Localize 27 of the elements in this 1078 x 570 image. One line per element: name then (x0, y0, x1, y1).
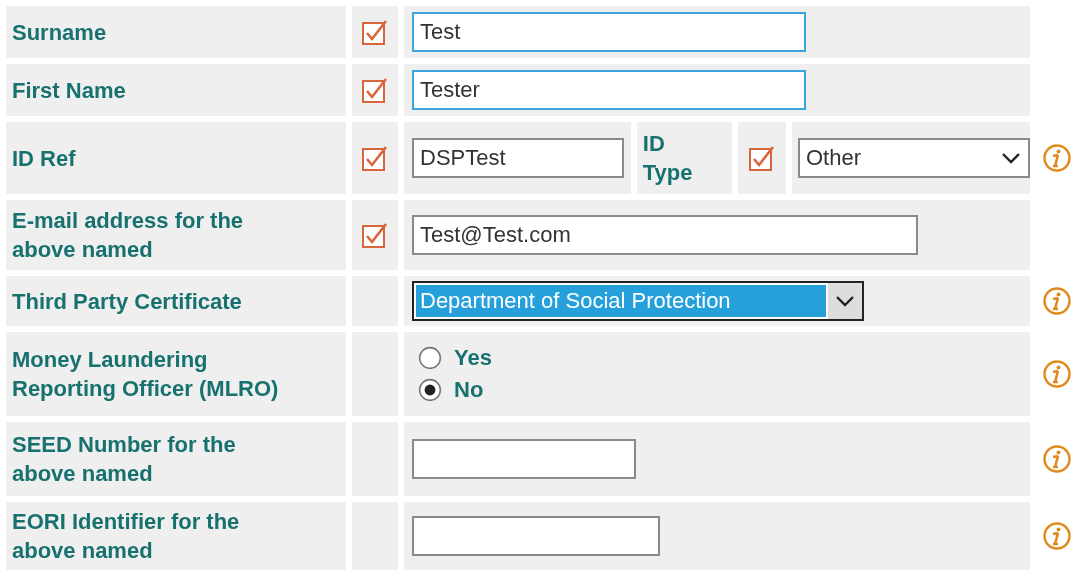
input-field[interactable]: DSPTest (412, 138, 624, 178)
chevron-icon (835, 295, 855, 307)
info-icon[interactable] (1042, 444, 1072, 474)
field-label: Surname (6, 6, 346, 58)
field-label: E-mail address for the above named (6, 200, 346, 270)
field-label: Money Laundering Reporting Officer (MLRO) (6, 332, 346, 416)
field-label: SEED Number for the above named (6, 422, 346, 496)
info-icon[interactable] (1042, 521, 1072, 551)
input-field[interactable]: Test (412, 12, 806, 52)
field-label: EORI Identifier for the above named (6, 502, 346, 570)
radio-label[interactable]: No (454, 377, 484, 403)
field-label: ID Ref (6, 122, 346, 194)
chevron-icon (1001, 152, 1021, 164)
field-label: ID Type (642, 130, 693, 187)
dropdown[interactable]: Other (798, 138, 1030, 178)
input-field[interactable]: Test@Test.com (412, 215, 918, 255)
info-icon[interactable] (1042, 286, 1072, 316)
radio-button[interactable] (418, 346, 442, 370)
field-label: First Name (6, 64, 346, 116)
info-icon[interactable] (1042, 359, 1072, 389)
info-icon[interactable] (1042, 143, 1072, 173)
radio-button[interactable] (418, 378, 442, 402)
field-label: Third Party Certificate (6, 276, 346, 326)
radio-label[interactable]: Yes (454, 345, 492, 371)
input-field[interactable] (412, 439, 636, 479)
input-field[interactable]: Tester (412, 70, 806, 110)
input-field[interactable] (412, 516, 660, 556)
